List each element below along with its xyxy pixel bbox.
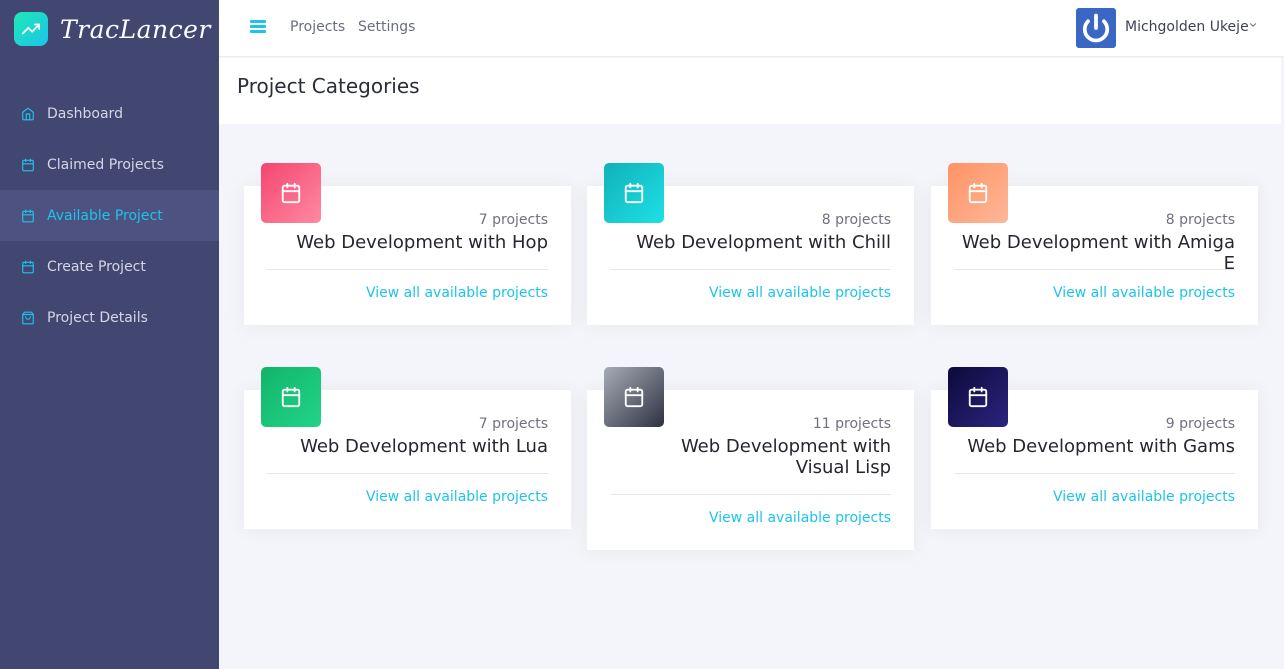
user-name[interactable]: Michgolden Ukeje — [1125, 19, 1249, 35]
avatar[interactable] — [1076, 8, 1116, 48]
sidebar-item-label: Claimed Projects — [47, 156, 164, 173]
calendar-icon — [948, 163, 1008, 223]
card-divider — [267, 269, 548, 270]
sidebar-item-available-project[interactable]: Available Project — [0, 190, 219, 241]
calendar-icon — [22, 209, 34, 222]
project-count: 8 projects — [1165, 212, 1235, 228]
card-divider — [954, 473, 1235, 474]
sidebar-item-label: Create Project — [47, 258, 146, 275]
sidebar-item-label: Project Details — [47, 309, 148, 326]
card-divider — [267, 473, 548, 474]
project-count: 9 projects — [1165, 416, 1235, 432]
sidebar-item-claimed-projects[interactable]: Claimed Projects — [0, 139, 219, 190]
view-all-link[interactable]: View all available projects — [366, 285, 548, 301]
sidebar-item-create-project[interactable]: Create Project — [0, 241, 219, 292]
page-title: Project Categories — [237, 74, 420, 98]
calendar-icon — [948, 367, 1008, 427]
project-count: 7 projects — [478, 416, 548, 432]
sidebar: TracLancer Dashboard Claimed Projects Av… — [0, 0, 219, 669]
header-link-projects[interactable]: Projects — [290, 19, 345, 35]
view-all-link[interactable]: View all available projects — [366, 489, 548, 505]
category-card: 8 projects Web Development with Amiga E … — [931, 163, 1258, 325]
calendar-icon — [22, 260, 34, 273]
trending-up-icon — [14, 12, 48, 46]
card-divider — [610, 494, 891, 495]
project-count: 7 projects — [478, 212, 548, 228]
menu-icon[interactable] — [250, 20, 266, 34]
category-card: 9 projects Web Development with Gams Vie… — [931, 367, 1258, 529]
view-all-link[interactable]: View all available projects — [1053, 285, 1235, 301]
category-card: 7 projects Web Development with Lua View… — [244, 367, 571, 529]
sidebar-nav: Dashboard Claimed Projects Available Pro… — [0, 88, 219, 343]
category-name: Web Development with Gams — [967, 436, 1235, 457]
shopping-bag-icon — [22, 311, 34, 324]
category-card: 11 projects Web Development with Visual … — [587, 367, 914, 550]
calendar-icon — [604, 367, 664, 427]
category-name: Web Development with Hop — [296, 232, 548, 253]
sidebar-item-label: Dashboard — [47, 105, 123, 122]
home-icon — [22, 107, 34, 120]
project-count: 8 projects — [821, 212, 891, 228]
card-divider — [610, 269, 891, 270]
sidebar-item-project-details[interactable]: Project Details — [0, 292, 219, 343]
category-name: Web Development with Visual Lisp — [680, 436, 891, 478]
calendar-icon — [22, 158, 34, 171]
view-all-link[interactable]: View all available projects — [1053, 489, 1235, 505]
category-name: Web Development with Chill — [636, 232, 891, 253]
project-count: 11 projects — [812, 416, 891, 432]
card-divider — [954, 269, 1235, 270]
category-card: 7 projects Web Development with Hop View… — [244, 163, 571, 325]
page-header: Project Categories — [219, 58, 1281, 124]
view-all-link[interactable]: View all available projects — [709, 285, 891, 301]
chevron-down-icon[interactable] — [1248, 20, 1258, 30]
top-header: Projects Settings Michgolden Ukeje — [219, 0, 1284, 57]
power-icon — [1082, 13, 1110, 43]
sidebar-item-label: Available Project — [47, 207, 163, 224]
header-link-settings[interactable]: Settings — [358, 19, 415, 35]
view-all-link[interactable]: View all available projects — [709, 510, 891, 526]
category-name: Web Development with Lua — [300, 436, 548, 457]
category-card: 8 projects Web Development with Chill Vi… — [587, 163, 914, 325]
category-name: Web Development with Amiga E — [961, 232, 1235, 274]
brand[interactable]: TracLancer — [0, 0, 219, 58]
calendar-icon — [261, 163, 321, 223]
brand-name: TracLancer — [60, 14, 211, 44]
calendar-icon — [261, 367, 321, 427]
calendar-icon — [604, 163, 664, 223]
sidebar-item-dashboard[interactable]: Dashboard — [0, 88, 219, 139]
